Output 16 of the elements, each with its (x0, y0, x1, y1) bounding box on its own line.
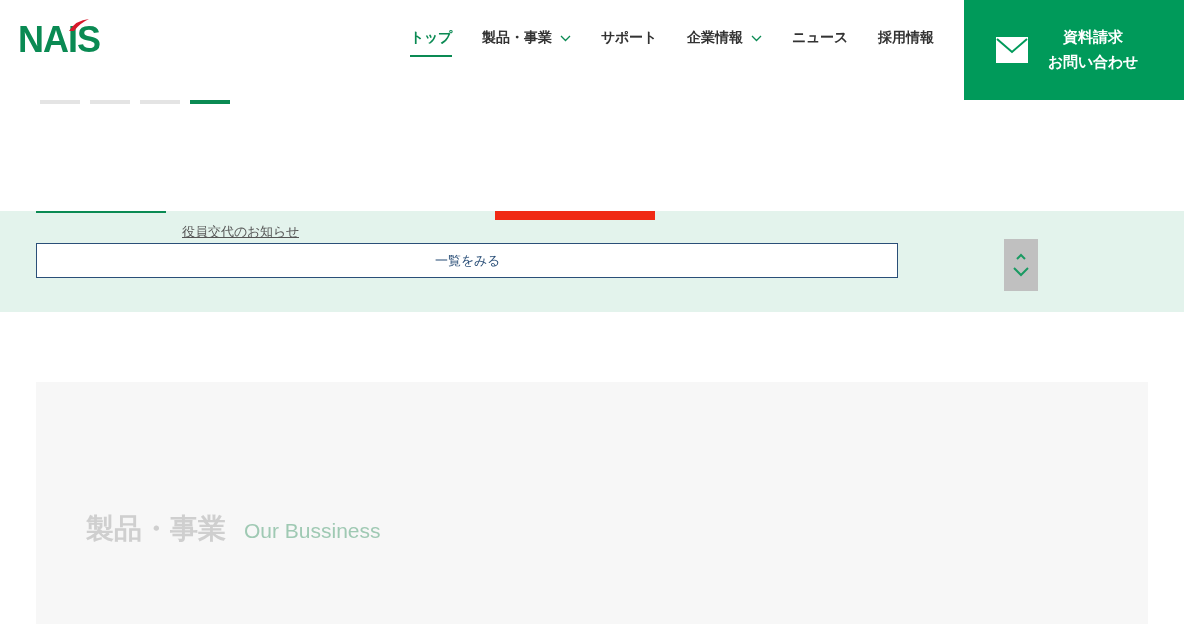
nav-link[interactable]: 企業情報 (687, 29, 762, 57)
nav-link[interactable]: 採用情報 (878, 29, 934, 57)
view-all-button[interactable]: 一覧をみる (36, 243, 898, 278)
nav-link[interactable]: ニュース (792, 29, 848, 57)
nav-link[interactable]: 製品・事業 (482, 29, 571, 57)
section-subtitle: Our Bussiness (244, 519, 381, 543)
slider-indicator[interactable] (190, 100, 230, 104)
nav-link[interactable]: トップ (410, 29, 452, 57)
contact-label: 資料請求 (1063, 28, 1123, 47)
news-link[interactable]: 役員交代のお知らせ (182, 223, 299, 241)
logo[interactable]: NAIS (18, 18, 100, 58)
mail-icon (996, 37, 1028, 63)
nav-link[interactable]: サポート (601, 29, 657, 57)
contact-button[interactable]: 資料請求 お問い合わせ (964, 0, 1184, 100)
contact-label: お問い合わせ (1048, 53, 1138, 72)
scroll-arrows-button[interactable] (1004, 239, 1038, 291)
